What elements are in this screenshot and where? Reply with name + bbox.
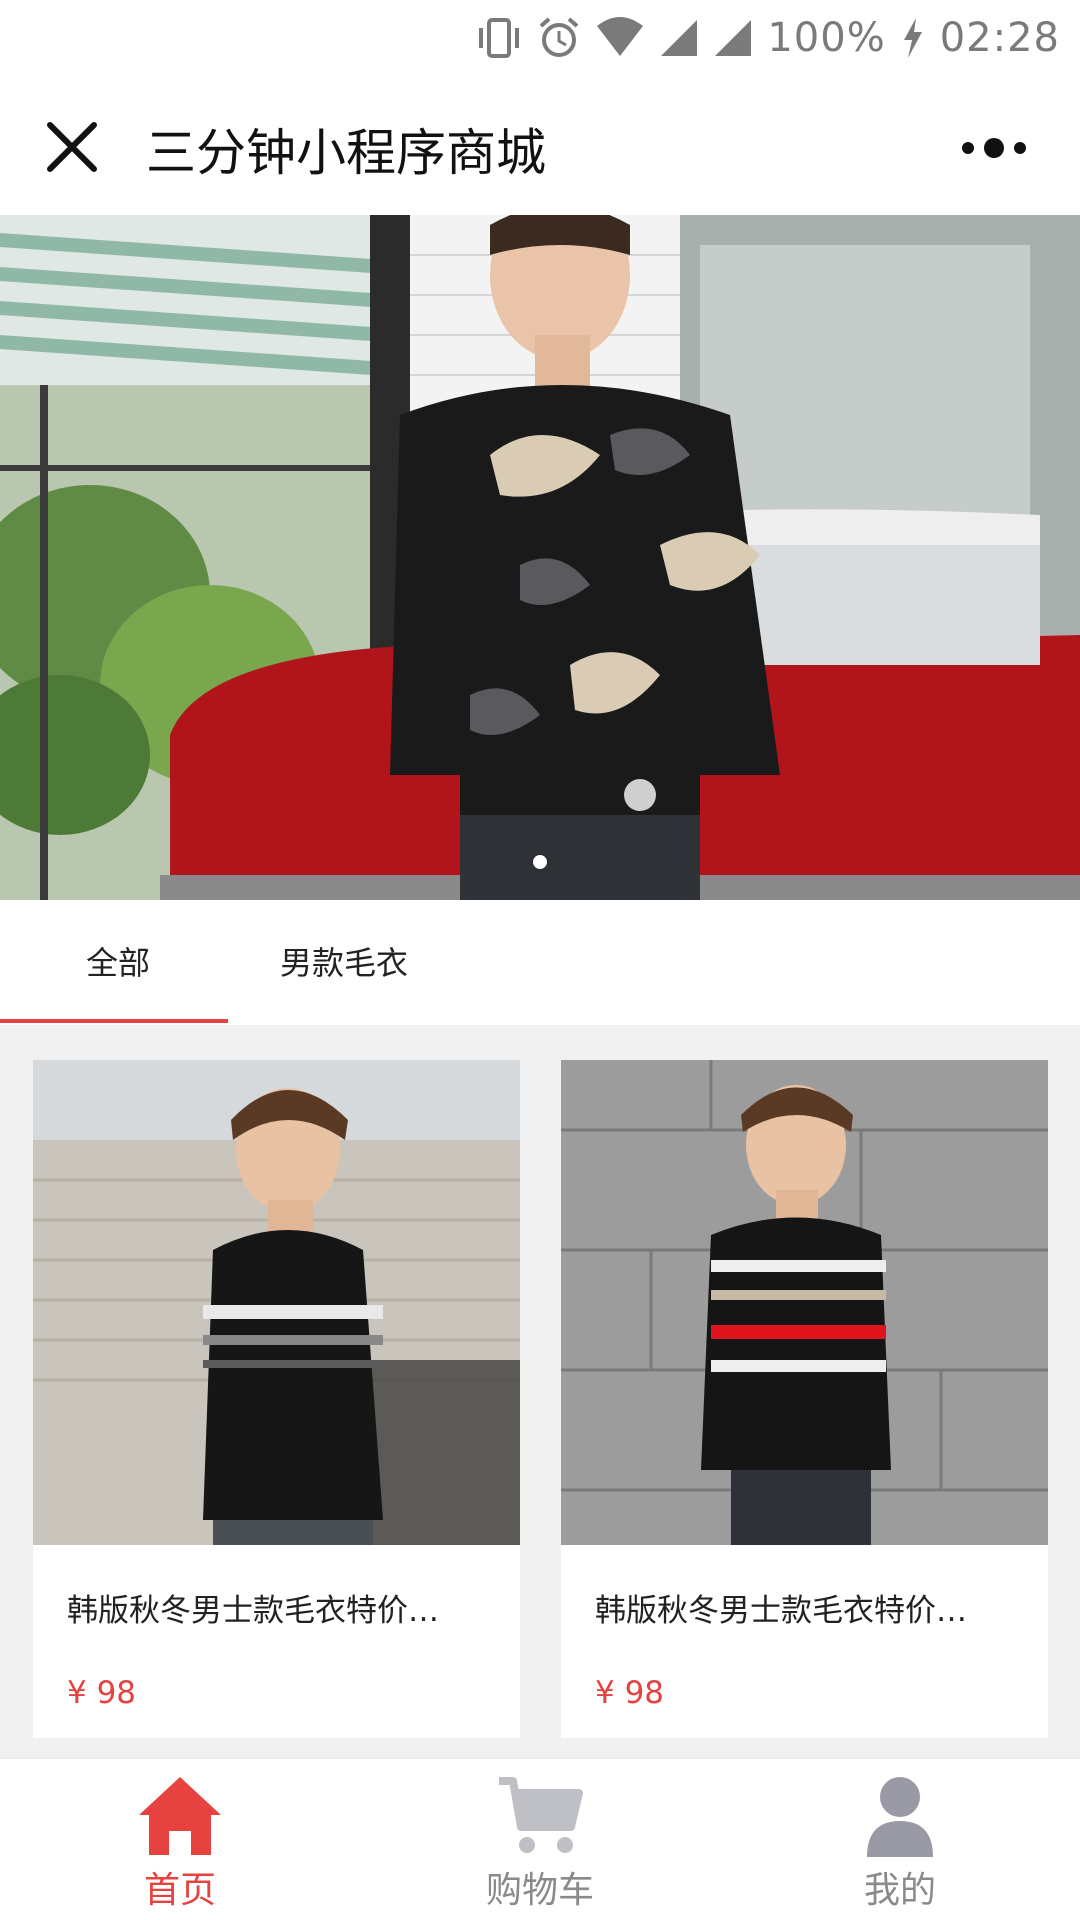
product-title: 韩版秋冬男士款毛衣特价… xyxy=(595,1593,967,1629)
tab-label: 购物车 xyxy=(485,1870,594,1911)
active-tab-indicator xyxy=(0,1019,228,1023)
nav-bar: 三分钟小程序商城 xyxy=(0,75,1080,215)
wifi-icon xyxy=(597,16,644,56)
product-card[interactable]: 韩版秋冬男士款毛衣特价… ¥ 98 xyxy=(33,1060,520,1738)
charging-icon xyxy=(903,17,922,58)
product-title: 韩版秋冬男士款毛衣特价… xyxy=(67,1593,439,1629)
home-icon xyxy=(139,1777,221,1855)
bottom-tab-bar: 首页 购物车 我的 xyxy=(0,1758,1080,1920)
page-title: 三分钟小程序商城 xyxy=(146,124,546,182)
cart-icon xyxy=(499,1777,583,1853)
tab-home[interactable]: 首页 xyxy=(0,1759,360,1920)
tab-label: 首页 xyxy=(143,1870,216,1911)
product-price: ¥ 98 xyxy=(67,1675,137,1711)
status-bar: 100% 02:28 xyxy=(0,0,1080,75)
signal-icon xyxy=(661,19,698,56)
close-icon[interactable] xyxy=(40,115,104,179)
alarm-icon xyxy=(540,16,579,57)
banner-image xyxy=(0,215,1080,900)
status-icons: 100% 02:28 xyxy=(475,10,1060,65)
vibrate-icon xyxy=(479,17,520,58)
app-screen: 100% 02:28 三分钟小程序商城 全部 男款毛衣 韩版秋冬男士款毛衣特价…… xyxy=(0,0,1080,1920)
tab-mine[interactable]: 我的 xyxy=(720,1759,1080,1920)
more-icon[interactable] xyxy=(944,123,1044,173)
tab-all[interactable]: 全部 xyxy=(86,938,150,984)
category-tabs: 全部 男款毛衣 xyxy=(0,900,1080,1025)
product-image xyxy=(561,1060,1048,1545)
product-card[interactable]: 韩版秋冬男士款毛衣特价… ¥ 98 xyxy=(561,1060,1048,1738)
signal-icon-2 xyxy=(715,19,752,56)
clock: 02:28 xyxy=(939,14,1060,61)
carousel-indicator[interactable] xyxy=(533,855,547,869)
product-image xyxy=(33,1060,520,1545)
user-icon xyxy=(867,1777,933,1857)
product-price: ¥ 98 xyxy=(595,1675,665,1711)
banner-carousel[interactable] xyxy=(0,215,1080,900)
tab-mens-sweater[interactable]: 男款毛衣 xyxy=(280,938,408,984)
tab-cart[interactable]: 购物车 xyxy=(360,1759,720,1920)
battery-percent: 100% xyxy=(767,14,886,61)
tab-label: 我的 xyxy=(863,1870,936,1911)
